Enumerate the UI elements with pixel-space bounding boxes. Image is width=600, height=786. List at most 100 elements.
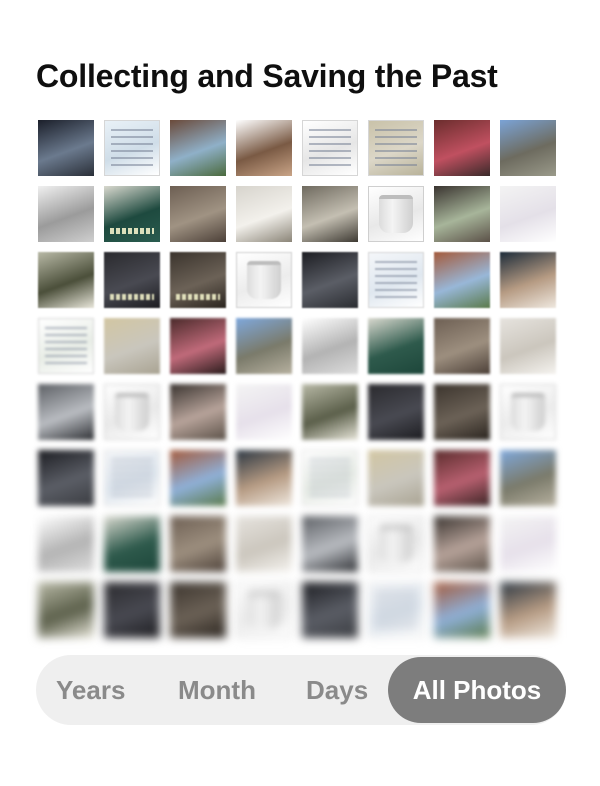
photo-thumbnail[interactable]	[368, 384, 424, 440]
photo-thumbnail[interactable]	[104, 516, 160, 572]
photo-thumbnail[interactable]	[368, 450, 424, 506]
segment-years[interactable]: Years	[56, 655, 125, 725]
photo-image	[236, 318, 292, 374]
photo-thumbnail[interactable]	[302, 450, 358, 506]
segment-all-photos[interactable]: All Photos	[388, 657, 566, 723]
photo-thumbnail[interactable]	[500, 516, 556, 572]
photo-thumbnail[interactable]	[170, 318, 226, 374]
photo-thumbnail[interactable]	[236, 186, 292, 242]
photo-thumbnail[interactable]	[170, 450, 226, 506]
photo-image	[434, 318, 490, 374]
photo-thumbnail[interactable]	[368, 318, 424, 374]
segment-days[interactable]: Days	[306, 655, 368, 725]
photo-thumbnail[interactable]	[500, 186, 556, 242]
photo-thumbnail[interactable]	[104, 186, 160, 242]
photo-thumbnail[interactable]	[236, 120, 292, 176]
document-preview	[375, 261, 417, 299]
photo-thumbnail[interactable]	[302, 318, 358, 374]
photo-thumbnail[interactable]	[104, 120, 160, 176]
photo-thumbnail[interactable]	[368, 582, 424, 638]
document-preview	[309, 129, 351, 167]
photo-thumbnail[interactable]	[236, 384, 292, 440]
photo-image	[302, 582, 358, 638]
photo-thumbnail[interactable]	[170, 582, 226, 638]
trash-can-icon	[247, 261, 281, 299]
photo-thumbnail[interactable]	[368, 516, 424, 572]
photo-thumbnail[interactable]	[434, 252, 490, 308]
photo-thumbnail[interactable]	[434, 186, 490, 242]
photo-thumbnail[interactable]	[236, 450, 292, 506]
photo-thumbnail[interactable]	[170, 516, 226, 572]
trash-can-icon	[511, 393, 545, 431]
photo-thumbnail[interactable]	[104, 582, 160, 638]
photo-thumbnail[interactable]	[302, 516, 358, 572]
photo-thumbnail[interactable]	[38, 450, 94, 506]
caption-overlay	[110, 294, 154, 300]
photo-thumbnail[interactable]	[38, 120, 94, 176]
photo-thumbnail[interactable]	[368, 252, 424, 308]
photo-thumbnail[interactable]	[434, 318, 490, 374]
photo-image	[170, 450, 226, 506]
photo-thumbnail[interactable]	[434, 120, 490, 176]
photo-thumbnail[interactable]	[170, 120, 226, 176]
photo-image	[38, 450, 94, 506]
photo-image	[236, 186, 292, 242]
photo-image	[38, 252, 94, 308]
photo-thumbnail[interactable]	[38, 516, 94, 572]
photo-image	[236, 384, 292, 440]
photo-thumbnail[interactable]	[104, 252, 160, 308]
photo-thumbnail[interactable]	[38, 252, 94, 308]
trash-can-icon	[115, 393, 149, 431]
photo-image	[368, 384, 424, 440]
photo-thumbnail[interactable]	[302, 186, 358, 242]
photo-thumbnail[interactable]	[500, 450, 556, 506]
photo-thumbnail[interactable]	[500, 318, 556, 374]
photo-thumbnail[interactable]	[38, 318, 94, 374]
photo-thumbnail[interactable]	[500, 120, 556, 176]
photo-image	[170, 516, 226, 572]
photo-thumbnail[interactable]	[170, 186, 226, 242]
photo-thumbnail[interactable]	[302, 582, 358, 638]
photo-image	[500, 318, 556, 374]
document-preview	[375, 129, 417, 167]
photo-image	[170, 186, 226, 242]
photo-thumbnail[interactable]	[38, 582, 94, 638]
photo-thumbnail[interactable]	[236, 516, 292, 572]
photo-thumbnail[interactable]	[236, 318, 292, 374]
photo-thumbnail[interactable]	[302, 120, 358, 176]
photo-thumbnail[interactable]	[170, 384, 226, 440]
photo-image	[38, 582, 94, 638]
caption-overlay	[176, 294, 220, 300]
photo-thumbnail[interactable]	[434, 516, 490, 572]
photo-thumbnail[interactable]	[104, 318, 160, 374]
photo-image	[434, 186, 490, 242]
photo-image	[434, 450, 490, 506]
photo-thumbnail[interactable]	[500, 252, 556, 308]
photo-image	[500, 120, 556, 176]
photo-thumbnail[interactable]	[38, 384, 94, 440]
photo-thumbnail[interactable]	[38, 186, 94, 242]
photo-image	[434, 120, 490, 176]
photo-thumbnail[interactable]	[434, 384, 490, 440]
photo-thumbnail[interactable]	[500, 582, 556, 638]
photo-image	[170, 384, 226, 440]
photo-image	[104, 582, 160, 638]
photo-thumbnail[interactable]	[302, 252, 358, 308]
photo-thumbnail[interactable]	[302, 384, 358, 440]
photo-image	[38, 384, 94, 440]
photo-image	[236, 450, 292, 506]
photo-thumbnail[interactable]	[434, 450, 490, 506]
photo-thumbnail[interactable]	[236, 582, 292, 638]
photo-thumbnail[interactable]	[236, 252, 292, 308]
photo-thumbnail[interactable]	[104, 450, 160, 506]
document-preview	[375, 591, 417, 629]
photo-thumbnail[interactable]	[500, 384, 556, 440]
photo-thumbnail[interactable]	[368, 186, 424, 242]
photo-thumbnail[interactable]	[170, 252, 226, 308]
photo-thumbnail[interactable]	[434, 582, 490, 638]
photo-image	[434, 582, 490, 638]
segment-month[interactable]: Month	[178, 655, 256, 725]
photo-thumbnail[interactable]	[104, 384, 160, 440]
photo-thumbnail[interactable]	[368, 120, 424, 176]
photo-image	[170, 120, 226, 176]
